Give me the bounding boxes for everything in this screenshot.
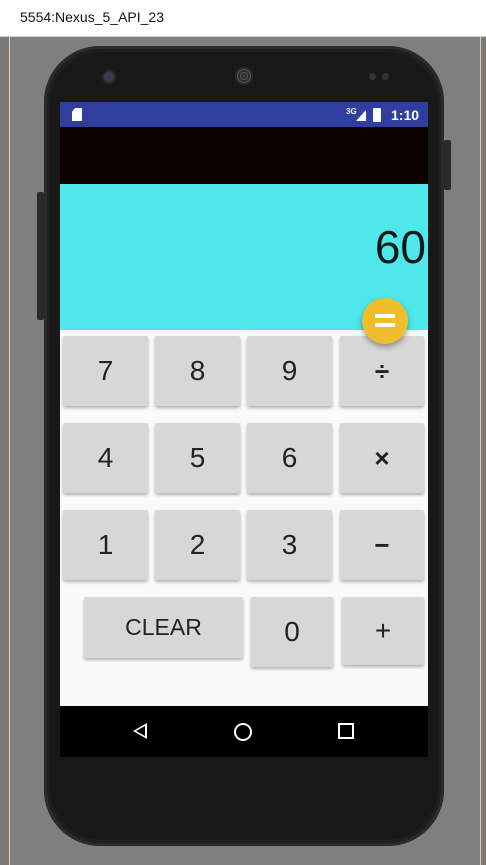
signal-icon <box>356 110 366 121</box>
key-2[interactable]: 2 <box>155 510 240 580</box>
volume-button[interactable] <box>37 192 44 320</box>
key-8[interactable]: 8 <box>155 336 240 406</box>
home-icon[interactable] <box>234 723 252 741</box>
display-value: 60 <box>374 221 426 273</box>
nav-bar <box>60 706 428 757</box>
recent-apps-icon[interactable] <box>338 723 354 739</box>
camera-icon <box>104 72 114 82</box>
key-7[interactable]: 7 <box>63 336 148 406</box>
key-6[interactable]: 6 <box>247 423 332 493</box>
key-subtract[interactable]: − <box>340 510 424 580</box>
status-bar: 3G 1:10 <box>60 102 428 127</box>
key-5[interactable]: 5 <box>155 423 240 493</box>
key-multiply[interactable]: × <box>340 423 424 493</box>
app-toolbar <box>60 127 428 184</box>
battery-icon <box>373 108 381 122</box>
speaker-grille <box>235 67 253 85</box>
key-1[interactable]: 1 <box>63 510 148 580</box>
emulator-title-bar: 5554:Nexus_5_API_23 <box>0 0 486 37</box>
equals-icon <box>375 314 395 318</box>
phone-screen: 3G 1:10 60 7 8 9 ÷ 4 5 6 × 1 2 3 − CLEAR… <box>60 102 428 757</box>
power-button[interactable] <box>444 140 451 190</box>
equals-icon-bar <box>375 323 395 327</box>
status-time: 1:10 <box>391 107 420 123</box>
key-0[interactable]: 0 <box>251 597 333 667</box>
key-divide[interactable]: ÷ <box>340 336 424 406</box>
key-3[interactable]: 3 <box>247 510 332 580</box>
sd-card-icon <box>72 108 82 121</box>
key-4[interactable]: 4 <box>63 423 148 493</box>
sensor-dot <box>382 73 389 80</box>
equals-button[interactable] <box>362 298 408 344</box>
window-title: 5554:Nexus_5_API_23 <box>20 9 164 25</box>
clear-button[interactable]: CLEAR <box>84 597 243 658</box>
back-icon[interactable] <box>133 723 147 739</box>
key-9[interactable]: 9 <box>247 336 332 406</box>
key-add[interactable]: + <box>342 597 424 665</box>
sensor-dot <box>369 73 376 80</box>
